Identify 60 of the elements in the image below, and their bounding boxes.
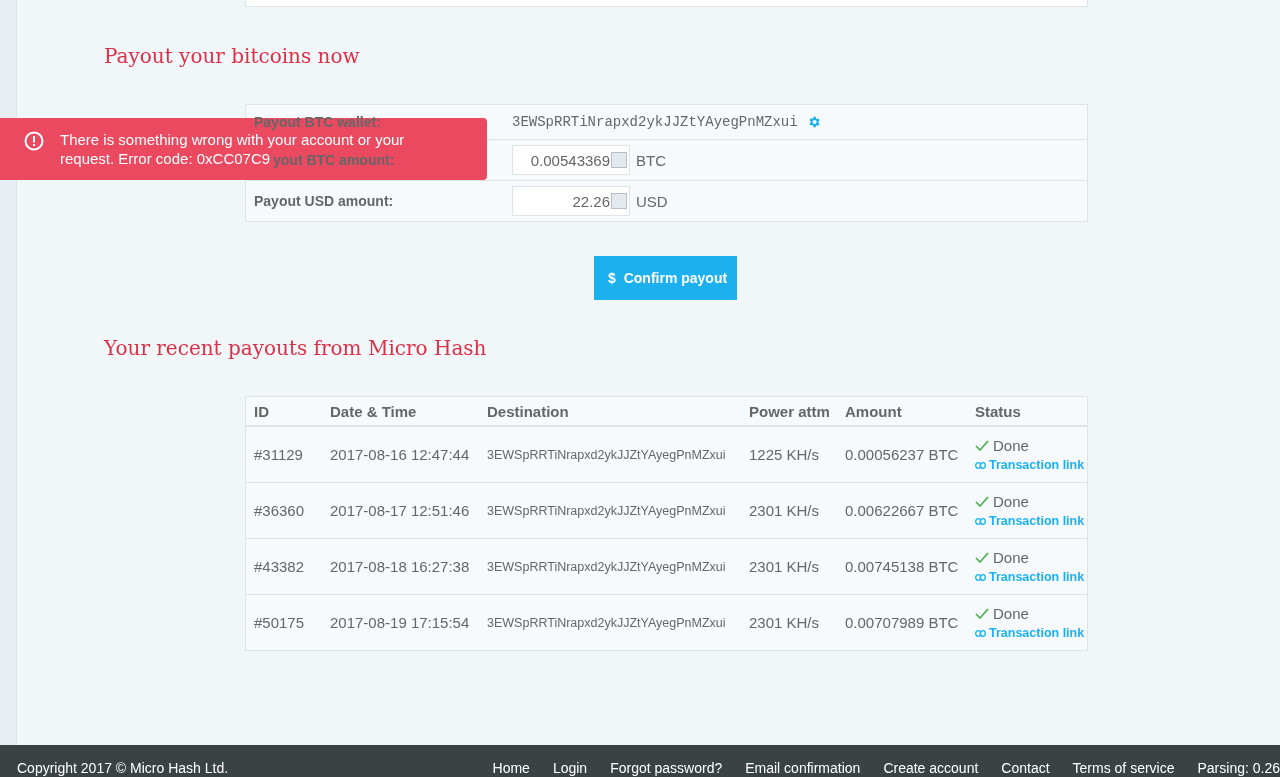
footer-link[interactable]: Contact [1001, 759, 1050, 777]
link-icon [975, 461, 986, 469]
footer-link[interactable]: Email confirmation [745, 759, 861, 777]
table-cell-text: 2301 KH/s [748, 614, 821, 631]
status-text: Done [993, 493, 1029, 510]
table-cell-text: #31129 [253, 446, 304, 463]
wallet-address: 3EWSpRRTiNrapxd2ykJJZtYAyegPnMZxui [512, 114, 798, 130]
column-header: Amount [844, 402, 903, 420]
footer-link[interactable]: Login [552, 759, 588, 777]
table-cell-text: 0.00707989 BTC [844, 614, 960, 631]
link-icon [975, 573, 986, 581]
table-cell-text: 0.00745138 BTC [844, 558, 960, 575]
table-cell-text: #36360 [253, 502, 306, 519]
table-cell-text: 2017-08-19 17:15:54 [329, 614, 471, 631]
table-cell-text: 3EWSpRRTiNrapxd2ykJJZtYAyegPnMZxui [486, 615, 727, 630]
footer-link[interactable]: Create account [883, 759, 979, 777]
unit-label: USD [636, 192, 668, 210]
field-label: Payout USD amount: [253, 193, 395, 209]
status-text: Done [993, 549, 1029, 566]
copyright-text: Copyright 2017 © Micro Hash Ltd. [17, 759, 229, 777]
table-cell-text: #50175 [253, 614, 306, 631]
table-cell-text: 3EWSpRRTiNrapxd2ykJJZtYAyegPnMZxui [486, 447, 727, 462]
footer-link[interactable]: Terms of service [1072, 759, 1175, 777]
check-icon [975, 439, 989, 452]
check-icon [975, 607, 989, 620]
table-cell-text: 0.00622667 BTC [844, 502, 960, 519]
table-cell-text: 2301 KH/s [748, 558, 821, 575]
table-cell-text: 3EWSpRRTiNrapxd2ykJJZtYAyegPnMZxui [486, 559, 727, 574]
column-header: Destination [486, 402, 570, 420]
status-text: Done [993, 605, 1029, 622]
column-header: ID [253, 402, 270, 420]
link-icon [975, 629, 986, 637]
alert-icon [24, 131, 44, 151]
column-header: Status [974, 402, 1022, 420]
table-cell-text: 2017-08-18 16:27:38 [329, 558, 471, 575]
footer-link[interactable]: Home [492, 759, 530, 777]
unit-label: BTC [636, 151, 666, 169]
link-icon [975, 517, 986, 525]
error-message-line: There is something wrong with your account or your [60, 130, 405, 149]
column-header: Power attm [748, 402, 831, 420]
field-label: yout BTC amount: [273, 152, 396, 168]
section-title: Your recent payouts from Micro Hash [104, 336, 488, 360]
status-text: Done [993, 437, 1029, 454]
check-icon [975, 495, 989, 508]
table-cell-text: #43382 [253, 558, 306, 575]
table-cell-text: 3EWSpRRTiNrapxd2ykJJZtYAyegPnMZxui [486, 503, 727, 518]
table-cell-text: 2301 KH/s [748, 502, 821, 519]
table-cell-text: 2017-08-17 12:51:46 [329, 502, 471, 519]
amount-field[interactable]: 22.26 [512, 186, 630, 216]
error-message-line: request. Error code: 0xCC07C9 [60, 149, 271, 168]
column-header: Date & Time [329, 402, 418, 420]
field-label: Payout BTC wallet: [253, 114, 382, 130]
table-cell-text: 0.00056237 BTC [844, 446, 960, 463]
table-cell-text: 2017-08-16 12:47:44 [329, 446, 471, 463]
footer-link[interactable]: Forgot password? [610, 759, 723, 777]
section-title: Payout your bitcoins now [104, 44, 361, 68]
parsing-time: Parsing: 0.26 [1197, 759, 1280, 777]
amount-field[interactable]: 0.00543369 [512, 145, 630, 175]
table-cell-text: 1225 KH/s [748, 446, 821, 463]
check-icon [975, 551, 989, 564]
